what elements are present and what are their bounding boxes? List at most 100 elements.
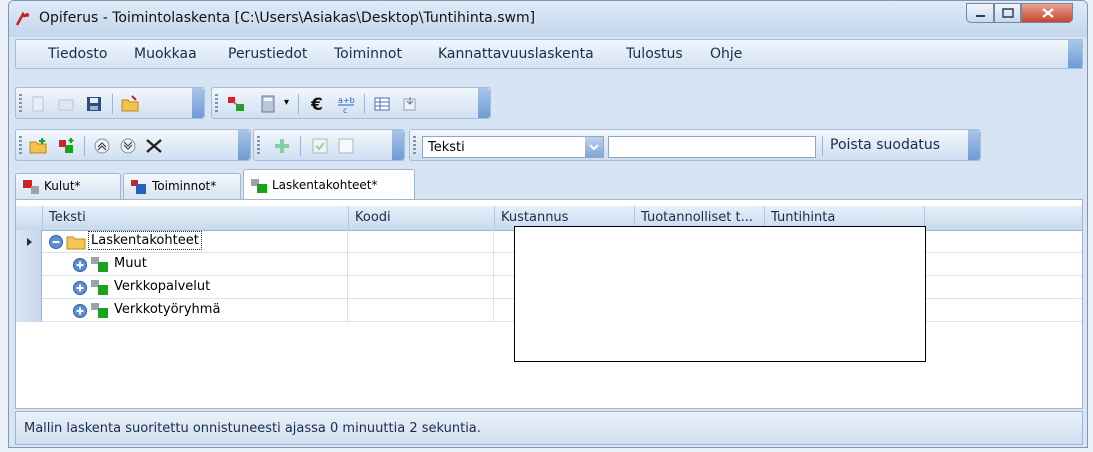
row-label: Verkkopalvelut	[114, 279, 211, 294]
toolbar-grip[interactable]	[19, 136, 22, 156]
filter-toolbar: Teksti Poista suodatus	[409, 129, 981, 161]
toolbar-separator	[364, 94, 365, 114]
status-message: Mallin laskenta suoritettu onnistuneesti…	[24, 421, 481, 436]
status-bar: Mallin laskenta suoritettu onnistuneesti…	[15, 411, 1083, 445]
cost-allocation-icon[interactable]	[226, 94, 246, 114]
add-item-icon[interactable]	[56, 136, 76, 156]
expand-node-icon[interactable]	[72, 257, 88, 273]
column-header-koodi[interactable]: Koodi	[348, 206, 494, 230]
toolbar-grip[interactable]	[19, 94, 22, 114]
row-selector[interactable]	[16, 253, 42, 276]
menu-overflow-chevron[interactable]	[1068, 40, 1082, 68]
formula-icon[interactable]: a+bc	[336, 94, 356, 114]
header-corner	[16, 206, 42, 230]
row-selector[interactable]	[16, 276, 42, 299]
tools-toolbar: ▾ € a+b c	[211, 87, 491, 119]
toolbar-grip[interactable]	[257, 136, 260, 156]
column-header-empty	[924, 206, 1082, 230]
export-icon[interactable]	[400, 94, 420, 114]
minimize-button[interactable]	[966, 3, 994, 23]
checkbox-empty-icon[interactable]	[336, 136, 356, 156]
row-label: Muut	[114, 256, 147, 271]
calculator-icon[interactable]	[258, 94, 278, 114]
toolbar-grip[interactable]	[413, 136, 416, 156]
toolbar-dropdown-chevron[interactable]	[238, 130, 250, 160]
menu-kannattavuuslaskenta[interactable]: Kannattavuuslaskenta	[438, 46, 594, 62]
toolbar-dropdown-chevron[interactable]	[392, 130, 404, 160]
menu-ohje[interactable]: Ohje	[710, 46, 742, 62]
add-icon[interactable]	[272, 136, 292, 156]
checkbox-checked-icon[interactable]	[310, 136, 330, 156]
cost-object-icon	[91, 303, 108, 318]
maximize-button[interactable]	[994, 3, 1021, 23]
column-header-teksti[interactable]: Teksti	[42, 206, 348, 230]
cell-koodi[interactable]	[348, 230, 494, 253]
toolbar-separator	[298, 94, 299, 114]
window-title: Opiferus - Toimintolaskenta [C:\Users\As…	[39, 10, 536, 26]
tab-toiminnot[interactable]: Toiminnot*	[123, 173, 241, 199]
row-label: Laskentakohteet	[88, 231, 202, 250]
data-grid: Teksti Koodi Kustannus Tuotannolliset t.…	[15, 199, 1083, 409]
calculator-dropdown-icon[interactable]: ▾	[284, 97, 289, 108]
collapse-node-icon[interactable]	[48, 234, 64, 250]
costs-icon	[23, 180, 39, 194]
expand-node-icon[interactable]	[72, 303, 88, 319]
add-folder-icon[interactable]	[28, 136, 48, 156]
tab-label: Kulut*	[44, 179, 81, 193]
toolbar-separator	[822, 136, 823, 156]
toolbar-separator	[112, 94, 113, 114]
toolbar-separator	[84, 136, 85, 156]
cell-teksti[interactable]: Verkkotyöryhmä	[42, 299, 348, 322]
cost-objects-icon	[251, 179, 267, 193]
tab-label: Toiminnot*	[152, 179, 217, 193]
tree-toolbar	[15, 129, 251, 161]
application-window: Opiferus - Toimintolaskenta [C:\Users\As…	[8, 0, 1088, 448]
row-selector[interactable]	[16, 299, 42, 322]
cell-koodi[interactable]	[348, 276, 494, 299]
cell-teksti[interactable]: Verkkopalvelut	[42, 276, 348, 299]
menu-bar: Tiedosto Muokkaa Perustiedot Toiminnot K…	[15, 39, 1083, 69]
tab-kulut[interactable]: Kulut*	[15, 173, 121, 199]
euro-icon[interactable]: €	[308, 94, 328, 114]
edit-toolbar	[253, 129, 405, 161]
cell-teksti[interactable]: Muut	[42, 253, 348, 276]
filter-field-value: Teksti	[428, 140, 465, 155]
cost-object-icon	[91, 280, 108, 295]
filter-field-select[interactable]: Teksti	[422, 136, 604, 158]
toolbar-separator	[300, 136, 301, 156]
save-icon[interactable]	[84, 94, 104, 114]
cell-koodi[interactable]	[348, 299, 494, 322]
folder-icon	[66, 236, 86, 250]
cell-teksti[interactable]: Laskentakohteet	[42, 230, 348, 253]
open-folder-icon[interactable]	[120, 94, 140, 114]
cut-tools-icon[interactable]	[144, 136, 164, 156]
chevron-down-icon[interactable]	[585, 137, 603, 157]
toolbar-dropdown-chevron[interactable]	[968, 130, 980, 160]
activities-icon	[131, 180, 146, 194]
title-bar[interactable]: Opiferus - Toimintolaskenta [C:\Users\As…	[9, 1, 1087, 37]
menu-tiedosto[interactable]: Tiedosto	[48, 46, 107, 62]
row-selector[interactable]	[16, 230, 42, 253]
cell-koodi[interactable]	[348, 253, 494, 276]
row-label: Verkkotyöryhmä	[114, 302, 221, 317]
filter-text-input[interactable]	[608, 136, 816, 158]
toolbar-grip[interactable]	[215, 94, 218, 114]
toolbar-dropdown-chevron[interactable]	[192, 88, 204, 118]
new-file-icon[interactable]	[28, 94, 48, 114]
menu-muokkaa[interactable]: Muokkaa	[134, 46, 197, 62]
svg-text:a+b: a+b	[338, 96, 355, 105]
expand-node-icon[interactable]	[72, 280, 88, 296]
current-row-arrow-icon	[27, 238, 32, 246]
table-icon[interactable]	[372, 94, 392, 114]
menu-toiminnot[interactable]: Toiminnot	[334, 46, 402, 62]
open-file-icon[interactable]	[56, 94, 76, 114]
menu-perustiedot[interactable]: Perustiedot	[228, 46, 307, 62]
collapse-all-icon[interactable]	[92, 136, 112, 156]
close-button[interactable]	[1021, 3, 1073, 23]
app-logo-icon	[15, 11, 29, 26]
menu-tulostus[interactable]: Tulostus	[626, 46, 683, 62]
tab-laskentakohteet[interactable]: Laskentakohteet*	[243, 169, 415, 199]
expand-all-icon[interactable]	[118, 136, 138, 156]
toolbar-dropdown-chevron[interactable]	[478, 88, 490, 118]
clear-filter-button[interactable]: Poista suodatus	[830, 137, 940, 161]
